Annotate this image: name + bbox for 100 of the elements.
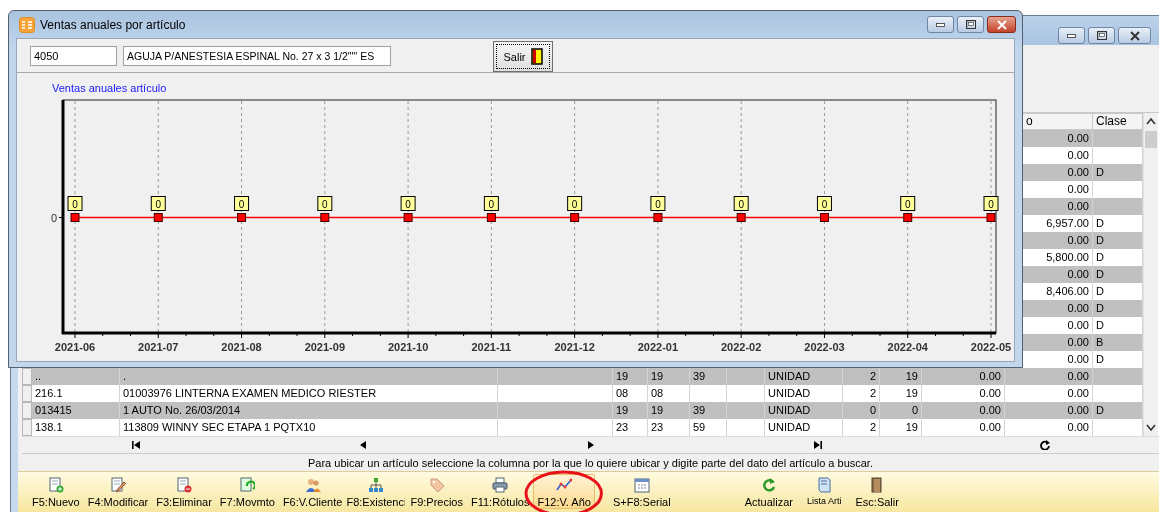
hierarchy-icon — [368, 477, 385, 493]
table-cell: 0.00 — [1023, 164, 1093, 181]
table-cell: 2 — [843, 368, 880, 385]
data-point — [903, 213, 913, 222]
table-cell: 0.00 — [922, 402, 1005, 419]
minimize-icon — [936, 22, 945, 27]
app-icon — [19, 16, 35, 33]
toolbar-button[interactable]: Esc:Salir — [851, 474, 903, 509]
table-cell: B — [1093, 334, 1143, 351]
axis-label: 2021-09 — [304, 341, 345, 353]
table-cell: 19 — [648, 402, 690, 419]
printer-icon — [492, 477, 509, 493]
chart-title: Ventas anuales artículo — [52, 82, 167, 94]
table-cell: 19 — [613, 402, 648, 419]
table-cell: 0 — [843, 402, 880, 419]
data-label: 0 — [234, 196, 250, 211]
table-cell: 0.00 — [1023, 266, 1093, 283]
table-cell: D — [1093, 351, 1143, 368]
data-point — [819, 213, 829, 222]
line-chart-icon — [556, 477, 573, 493]
close-icon — [996, 19, 1007, 30]
data-point — [237, 213, 247, 222]
code-field[interactable]: 4050 — [30, 45, 117, 66]
maximize-icon — [1096, 31, 1107, 40]
table-cell: 1 AUTO No. 26/03/2014 — [120, 402, 498, 419]
close-icon — [1129, 30, 1140, 41]
delete-document-icon — [176, 477, 193, 493]
data-label: 0 — [317, 196, 333, 211]
maximize-icon — [965, 20, 976, 29]
toolbar-button[interactable]: Lista Arti — [803, 474, 846, 509]
toolbar-button[interactable]: F7:Movmto — [215, 474, 279, 509]
table-cell: 39 — [690, 368, 727, 385]
axis-label: 2021-07 — [138, 341, 179, 353]
toolbar-button[interactable]: F5:Nuevo — [28, 474, 84, 509]
table-cell: UNIDAD — [765, 368, 843, 385]
description-field[interactable]: AGUJA P/ANESTESIA ESPINAL No. 27 x 3 1/2""' ES — [123, 45, 391, 66]
data-label: 0 — [67, 196, 83, 211]
data-label: 0 — [983, 196, 999, 211]
minimize-icon — [1067, 33, 1076, 38]
table-cell: 0.00 — [1023, 334, 1093, 351]
toolbar-button[interactable]: S+F8:Serial — [608, 474, 675, 509]
toolbar-button[interactable]: F8:Existenci — [346, 474, 407, 509]
axis-label: 2021-06 — [54, 341, 96, 353]
close-button[interactable] — [1118, 27, 1151, 44]
toolbar-button[interactable]: F9:Precios — [406, 474, 467, 509]
document-arrows-icon — [239, 477, 256, 493]
window-title: Ventas anuales por artículo — [40, 17, 187, 32]
maximize-button[interactable] — [957, 16, 984, 33]
axis-label: 2021-11 — [471, 341, 512, 353]
next-icon[interactable] — [585, 440, 596, 450]
minimize-button[interactable] — [1058, 27, 1085, 44]
table-cell: 23 — [613, 419, 648, 436]
toolbar-button[interactable]: F6:V.Cliente — [278, 474, 347, 509]
toolbar-button[interactable]: F12:V. Año — [533, 474, 595, 509]
table-cell: 0.00 — [922, 368, 1005, 385]
toolbar-button[interactable]: F3:Eliminar — [152, 474, 216, 509]
toolbar-button[interactable]: Actualizar — [740, 474, 797, 509]
table-cell — [727, 402, 765, 419]
axis-label: 2021-08 — [221, 341, 262, 353]
table-cell: UNIDAD — [765, 419, 843, 436]
edit-document-icon — [109, 477, 126, 493]
column-header[interactable]: Clase — [1093, 113, 1143, 130]
refresh-icon[interactable] — [1040, 440, 1051, 450]
minimize-button[interactable] — [927, 16, 954, 33]
new-document-icon — [47, 477, 64, 493]
axis-label: 2022-03 — [804, 341, 845, 353]
column-header[interactable]: o — [1023, 113, 1093, 130]
exit-button[interactable]: Salir — [493, 41, 553, 72]
table-cell: 0.00 — [1005, 368, 1093, 385]
first-icon[interactable] — [130, 440, 141, 450]
table-cell: D — [1093, 164, 1143, 181]
close-button[interactable] — [987, 16, 1016, 33]
table-cell: UNIDAD — [765, 385, 843, 402]
toolbar-button[interactable]: F11:Rótulos — [467, 474, 534, 509]
toolbar-button[interactable]: F4:Modificar — [83, 474, 153, 509]
previous-icon[interactable] — [358, 440, 369, 450]
table-cell: 19 — [613, 368, 648, 385]
table-cell: 01003976 LINTERNA EXAMEN MEDICO RIESTER — [120, 385, 498, 402]
book-icon — [816, 477, 833, 493]
scroll-thumb[interactable] — [1145, 131, 1157, 148]
maximize-button[interactable] — [1088, 27, 1115, 44]
data-label: 0 — [150, 196, 166, 211]
last-icon[interactable] — [812, 440, 823, 450]
table-cell: D — [1093, 215, 1143, 232]
table-cell: 138.1 — [32, 419, 120, 436]
table-cell: D — [1093, 300, 1143, 317]
table-cell: 0.00 — [1005, 402, 1093, 419]
table-cell: D — [1093, 266, 1143, 283]
table-cell: .. — [32, 368, 120, 385]
data-point — [736, 213, 746, 222]
data-point — [320, 213, 330, 222]
axis-label: 2022-01 — [637, 341, 679, 353]
data-point — [653, 213, 663, 222]
table-cell: D — [1093, 402, 1143, 419]
refresh-icon — [760, 477, 777, 493]
scrollbar[interactable] — [1143, 113, 1158, 436]
table-cell — [1093, 198, 1143, 215]
data-label: 0 — [567, 196, 583, 211]
table-cell: 59 — [690, 419, 727, 436]
table-cell: 0.00 — [1023, 232, 1093, 249]
